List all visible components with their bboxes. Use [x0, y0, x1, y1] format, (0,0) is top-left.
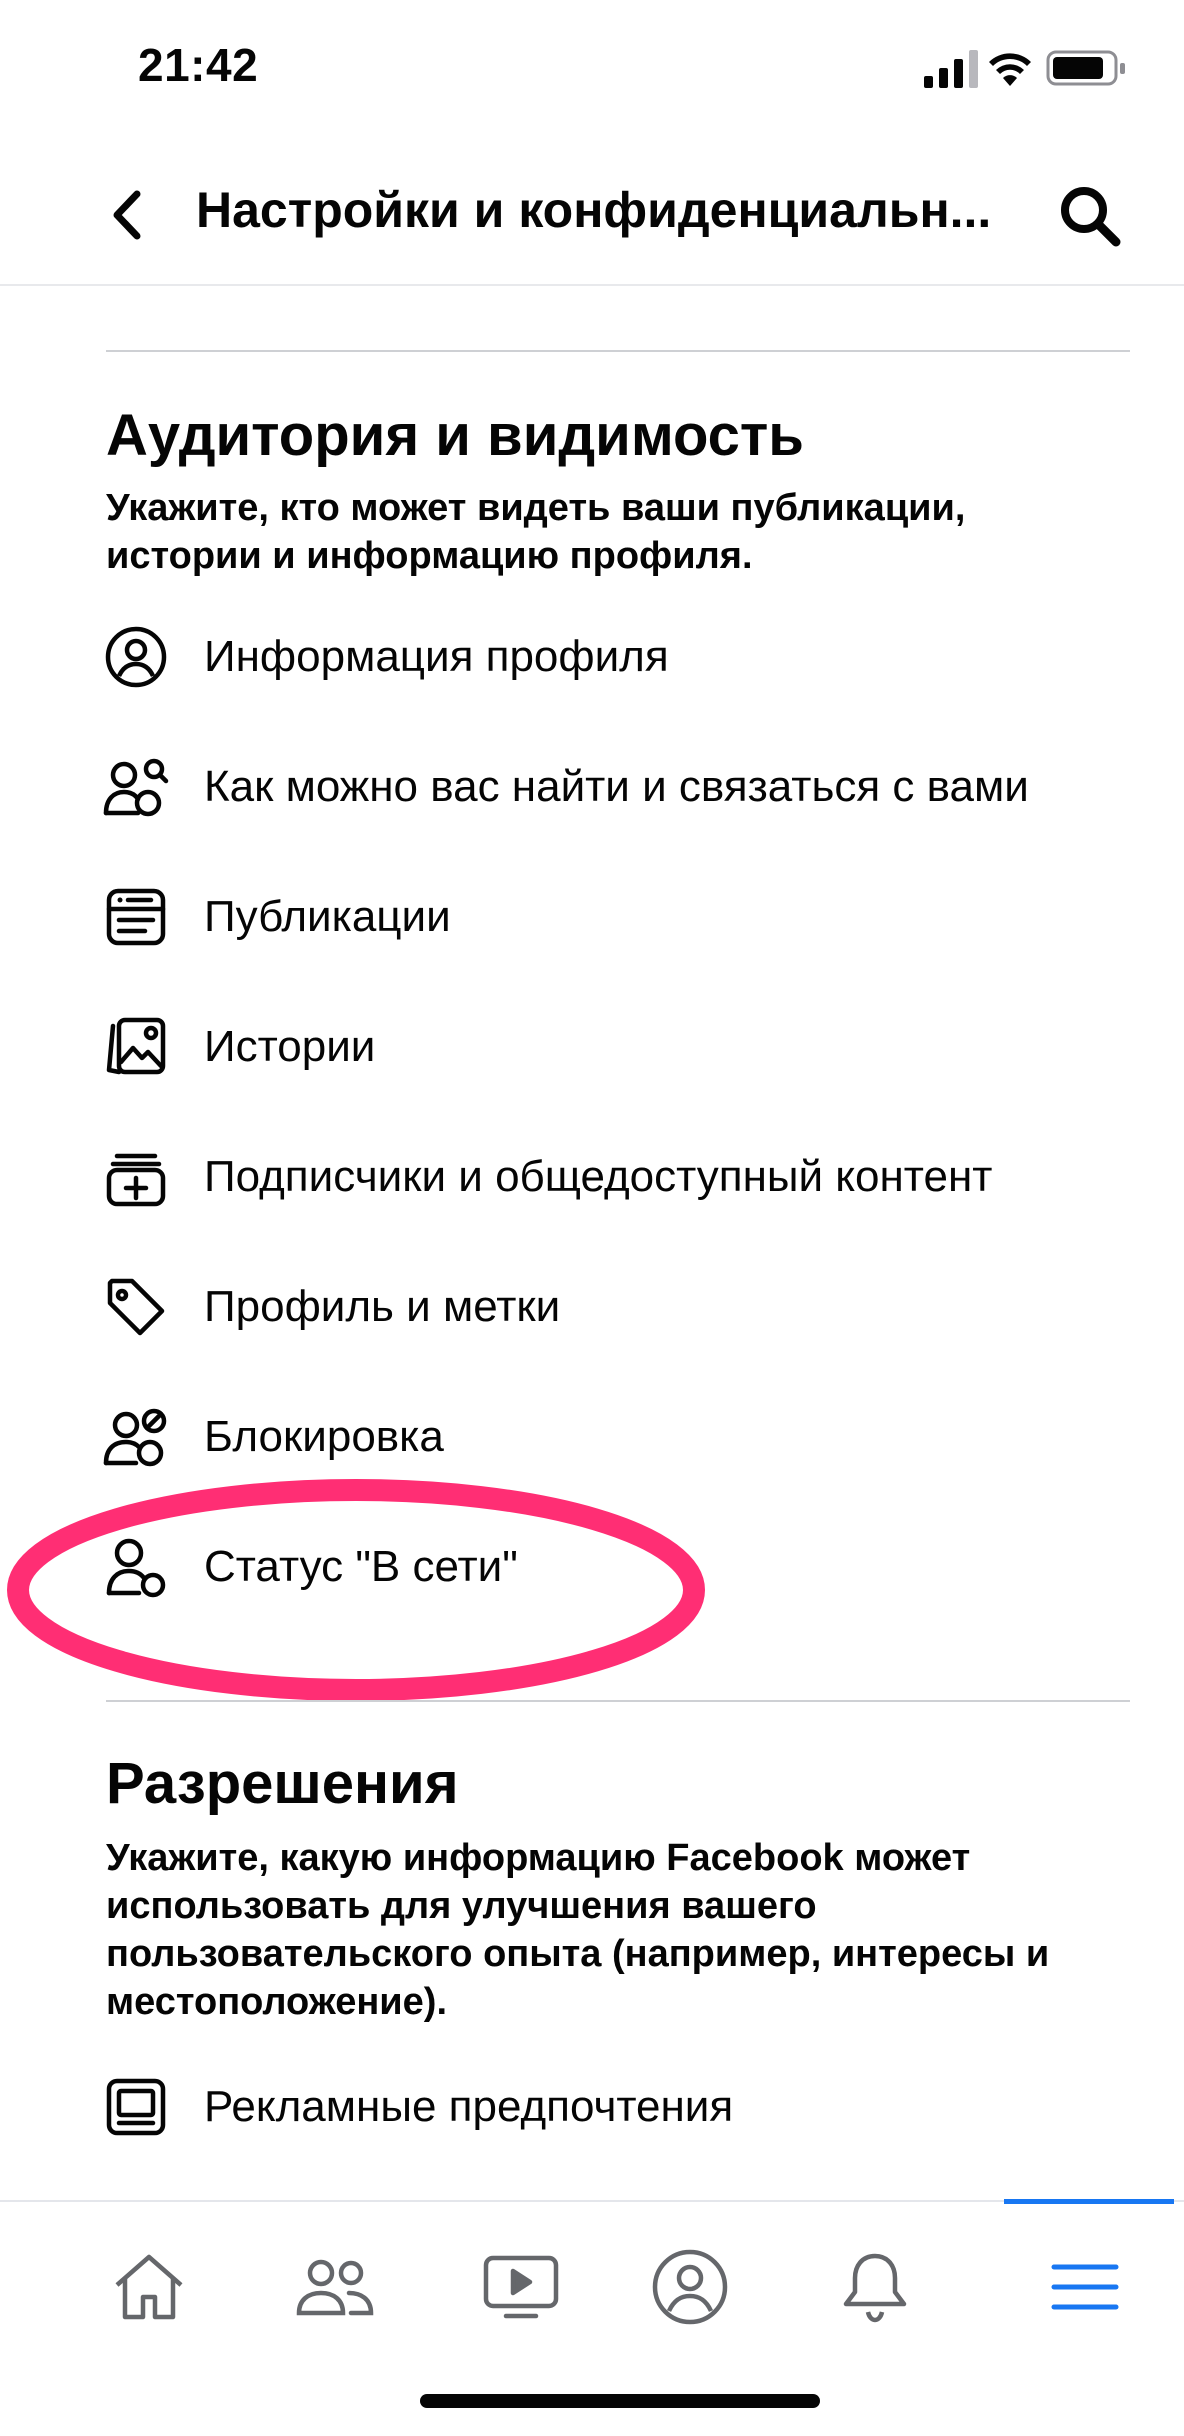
- settings-item-blocking[interactable]: Блокировка: [96, 1382, 1136, 1492]
- menu-icon: [1051, 2264, 1119, 2310]
- status-time: 21:42: [138, 39, 259, 91]
- battery-icon: [1046, 50, 1125, 86]
- find-contact-icon: [96, 747, 176, 827]
- settings-item-label: Статус "В сети": [204, 1542, 518, 1591]
- settings-item-find-contact[interactable]: Как можно вас найти и связаться с вами: [96, 732, 1136, 842]
- tab-notifications[interactable]: [800, 2222, 950, 2352]
- settings-item-label: Публикации: [204, 892, 451, 941]
- settings-item-posts[interactable]: Публикации: [96, 862, 1136, 972]
- screen: 21:42 Настройки и конфиденциальн... Ауди…: [0, 0, 1184, 2436]
- active-status-icon: [96, 1527, 176, 1607]
- home-icon: [115, 2254, 183, 2320]
- active-tab-indicator: [1004, 2199, 1174, 2204]
- block-icon: [96, 1397, 176, 1477]
- status-bar: 21:42: [0, 0, 1184, 140]
- audience-section-title: Аудитория и видимость: [106, 403, 804, 468]
- permissions-section-title: Разрешения: [106, 1751, 459, 1816]
- status-icons: [924, 50, 1125, 88]
- audience-section-description: Укажите, кто может видеть ваши публикаци…: [106, 487, 966, 577]
- settings-item-stories[interactable]: Истории: [96, 992, 1136, 1102]
- settings-item-followers[interactable]: Подписчики и общедоступный контент: [96, 1122, 1136, 1232]
- tab-watch[interactable]: [446, 2222, 596, 2352]
- settings-item-label: Профиль и метки: [204, 1282, 561, 1331]
- section-divider: [106, 350, 1130, 352]
- settings-item-label: Подписчики и общедоступный контент: [204, 1152, 993, 1201]
- tag-icon: [96, 1267, 176, 1347]
- followers-icon: [96, 1137, 176, 1217]
- posts-icon: [96, 877, 176, 957]
- section-divider: [106, 1700, 1130, 1702]
- settings-item-ad-preferences[interactable]: Рекламные предпочтения: [96, 2052, 1136, 2162]
- stories-icon: [96, 1007, 176, 1087]
- permissions-section-description: Укажите, какую информацию Facebook может…: [106, 1837, 1050, 2023]
- watch-icon: [483, 2255, 559, 2319]
- search-icon: [1061, 187, 1121, 247]
- tab-friends[interactable]: [260, 2222, 410, 2352]
- back-button[interactable]: [92, 180, 162, 250]
- chevron-left-icon: [113, 190, 141, 240]
- settings-item-label: Рекламные предпочтения: [204, 2082, 734, 2131]
- page-title: Настройки и конфиденциальн...: [196, 182, 992, 238]
- search-button[interactable]: [1050, 176, 1130, 256]
- settings-item-profile-info[interactable]: Информация профиля: [96, 602, 1136, 712]
- home-indicator: [420, 2394, 820, 2408]
- settings-item-label: Как можно вас найти и связаться с вами: [204, 762, 1029, 811]
- friends-icon: [296, 2259, 374, 2316]
- settings-item-label: Информация профиля: [204, 632, 669, 681]
- settings-item-label: Истории: [204, 1022, 376, 1071]
- settings-item-profile-tags[interactable]: Профиль и метки: [96, 1252, 1136, 1362]
- tab-menu[interactable]: [1010, 2222, 1160, 2352]
- profile-icon: [652, 2249, 728, 2325]
- ad-preferences-icon: [96, 2067, 176, 2147]
- notifications-icon: [843, 2253, 907, 2323]
- cellular-signal-icon: [924, 50, 978, 88]
- profile-info-icon: [96, 617, 176, 697]
- settings-item-label: Блокировка: [204, 1412, 444, 1461]
- header: Настройки и конфиденциальн...: [0, 140, 1184, 286]
- settings-item-active-status[interactable]: Статус "В сети": [96, 1512, 1136, 1622]
- tab-home[interactable]: [74, 2222, 224, 2352]
- wifi-icon: [989, 53, 1031, 86]
- tab-profile[interactable]: [615, 2222, 765, 2352]
